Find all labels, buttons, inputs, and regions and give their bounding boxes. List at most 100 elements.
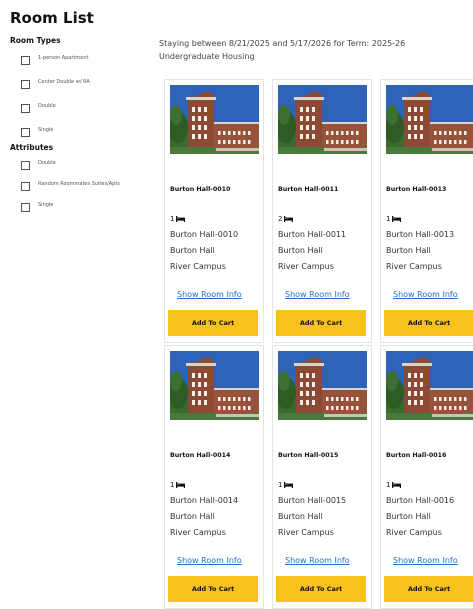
room-photo: [278, 351, 367, 420]
bed-count: 2: [278, 215, 294, 223]
room-card: Burton Hall-0010 1 Burton Hall-0010 Burt…: [164, 79, 264, 343]
room-number: Burton Hall-0014: [170, 496, 239, 505]
room-hall: Burton Hall: [170, 512, 215, 521]
checkbox-icon[interactable]: [21, 80, 30, 89]
bed-count: 1: [170, 481, 186, 489]
room-photo: [386, 85, 473, 154]
room-campus: River Campus: [170, 528, 226, 537]
room-hall: Burton Hall: [386, 512, 431, 521]
bed-count: 1: [386, 215, 402, 223]
room-name: Burton Hall-0011: [278, 186, 339, 193]
add-to-cart-button[interactable]: Add To Cart: [276, 576, 366, 602]
room-number: Burton Hall-0010: [170, 230, 239, 239]
bed-icon: [284, 216, 294, 222]
building-photo: [278, 85, 367, 154]
show-room-info-link[interactable]: Show Room Info: [177, 290, 242, 299]
bed-count-value: 1: [386, 481, 391, 489]
bed-icon: [284, 482, 294, 488]
bed-icon: [176, 216, 186, 222]
attribute-filter-label: Double: [38, 160, 56, 166]
attribute-filter-0[interactable]: Double: [10, 160, 152, 170]
building-photo: [278, 351, 367, 420]
add-to-cart-button[interactable]: Add To Cart: [276, 310, 366, 336]
checkbox-icon[interactable]: [21, 182, 30, 191]
attribute-filter-2[interactable]: Single: [10, 202, 152, 212]
room-card: Burton Hall-0016 1 Burton Hall-0016 Burt…: [380, 345, 473, 609]
add-to-cart-button[interactable]: Add To Cart: [384, 310, 473, 336]
room-type-filter-label: Single: [38, 127, 54, 133]
attribute-filter-1[interactable]: Random Roommates Suites/Apts: [10, 181, 152, 191]
attributes-title: Attributes: [10, 143, 54, 152]
room-campus: River Campus: [278, 528, 334, 537]
bed-count: 1: [386, 481, 402, 489]
room-name: Burton Hall-0013: [386, 186, 447, 193]
bed-count-value: 1: [278, 481, 283, 489]
add-to-cart-button[interactable]: Add To Cart: [168, 576, 258, 602]
checkbox-icon[interactable]: [21, 104, 30, 113]
attribute-filter-label: Single: [38, 202, 54, 208]
checkbox-icon[interactable]: [21, 128, 30, 137]
bed-count: 1: [170, 215, 186, 223]
room-types-list: 1-person Apartment Center Double w/ RA Dou…: [10, 55, 152, 137]
room-card: Burton Hall-0011 2 Burton Hall-0011 Burt…: [272, 79, 372, 343]
bed-count: 1: [278, 481, 294, 489]
show-room-info-link[interactable]: Show Room Info: [393, 290, 458, 299]
bed-count-value: 1: [170, 481, 175, 489]
bed-count-value: 1: [170, 215, 175, 223]
room-hall: Burton Hall: [170, 246, 215, 255]
bed-icon: [392, 482, 402, 488]
add-to-cart-button[interactable]: Add To Cart: [384, 576, 473, 602]
room-card: Burton Hall-0013 1 Burton Hall-0013 Burt…: [380, 79, 473, 343]
bed-icon: [392, 216, 402, 222]
filter-sidebar: Room Types 1-person Apartment Center Doub…: [10, 36, 152, 212]
stay-info-text: Staying between 8/21/2025 and 5/17/2026 …: [159, 39, 406, 61]
room-campus: River Campus: [278, 262, 334, 271]
room-hall: Burton Hall: [278, 512, 323, 521]
room-hall: Burton Hall: [386, 246, 431, 255]
room-type-filter-2[interactable]: Double: [10, 103, 152, 113]
room-name: Burton Hall-0010: [170, 186, 231, 193]
room-number: Burton Hall-0015: [278, 496, 347, 505]
room-card: Burton Hall-0014 1 Burton Hall-0014 Burt…: [164, 345, 264, 609]
room-number: Burton Hall-0011: [278, 230, 347, 239]
add-to-cart-button[interactable]: Add To Cart: [168, 310, 258, 336]
room-photo: [170, 85, 259, 154]
room-type-filter-1[interactable]: Center Double w/ RA: [10, 79, 152, 89]
checkbox-icon[interactable]: [21, 203, 30, 212]
show-room-info-link[interactable]: Show Room Info: [393, 556, 458, 565]
room-photo: [386, 351, 473, 420]
attributes-list: Double Random Roommates Suites/Apts Single: [10, 160, 152, 212]
show-room-info-link[interactable]: Show Room Info: [285, 290, 350, 299]
building-photo: [386, 85, 473, 154]
building-photo: [170, 351, 259, 420]
show-room-info-link[interactable]: Show Room Info: [285, 556, 350, 565]
room-card: Burton Hall-0015 1 Burton Hall-0015 Burt…: [272, 345, 372, 609]
page-title: Room List: [10, 9, 94, 27]
room-name: Burton Hall-0014: [170, 452, 231, 459]
room-hall: Burton Hall: [278, 246, 323, 255]
room-campus: River Campus: [170, 262, 226, 271]
room-number: Burton Hall-0013: [386, 230, 455, 239]
room-number: Burton Hall-0016: [386, 496, 455, 505]
room-type-filter-3[interactable]: Single: [10, 127, 152, 137]
attribute-filter-label: Random Roommates Suites/Apts: [38, 181, 120, 187]
room-type-filter-0[interactable]: 1-person Apartment: [10, 55, 152, 65]
room-name: Burton Hall-0015: [278, 452, 339, 459]
building-photo: [170, 85, 259, 154]
checkbox-icon[interactable]: [21, 161, 30, 170]
bed-count-value: 2: [278, 215, 283, 223]
room-campus: River Campus: [386, 262, 442, 271]
bed-icon: [176, 482, 186, 488]
show-room-info-link[interactable]: Show Room Info: [177, 556, 242, 565]
checkbox-icon[interactable]: [21, 56, 30, 65]
bed-count-value: 1: [386, 215, 391, 223]
building-photo: [386, 351, 473, 420]
room-type-filter-label: Center Double w/ RA: [38, 79, 90, 85]
room-campus: River Campus: [386, 528, 442, 537]
room-photo: [170, 351, 259, 420]
room-name: Burton Hall-0016: [386, 452, 447, 459]
room-photo: [278, 85, 367, 154]
room-type-filter-label: 1-person Apartment: [38, 55, 89, 61]
room-types-title: Room Types: [10, 36, 61, 45]
room-type-filter-label: Double: [38, 103, 56, 109]
